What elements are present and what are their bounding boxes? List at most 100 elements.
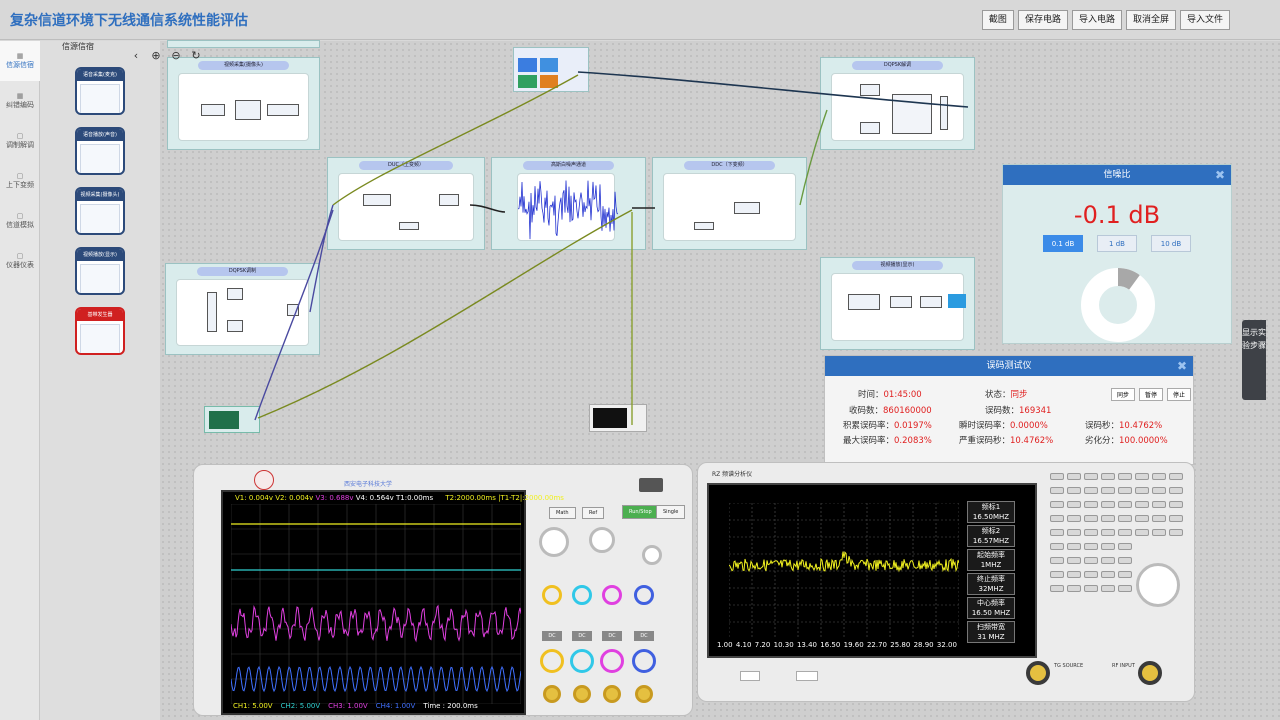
- sa-key[interactable]: [1135, 473, 1149, 480]
- tg-source-port[interactable]: [1026, 661, 1050, 685]
- sa-key[interactable]: [1118, 543, 1132, 550]
- sa-key[interactable]: [1152, 529, 1166, 536]
- sa-key[interactable]: [1101, 515, 1115, 522]
- sa-key[interactable]: [1118, 585, 1132, 592]
- sa-key[interactable]: [1118, 487, 1132, 494]
- sa-key[interactable]: [1067, 543, 1081, 550]
- sa-key[interactable]: [1067, 487, 1081, 494]
- sa-key[interactable]: [1084, 585, 1098, 592]
- sa-key[interactable]: [1050, 571, 1064, 578]
- sa-key[interactable]: [1067, 501, 1081, 508]
- sa-key[interactable]: [1101, 487, 1115, 494]
- sa-key[interactable]: [1084, 543, 1098, 550]
- sa-key[interactable]: [1152, 515, 1166, 522]
- ch3-scale-knob[interactable]: [600, 649, 624, 673]
- span-softkey[interactable]: 扫频带宽 31 MHZ: [967, 621, 1015, 643]
- sa-key[interactable]: [1135, 501, 1149, 508]
- collapse-icon[interactable]: ‹: [128, 48, 144, 64]
- sa-key[interactable]: [1050, 515, 1064, 522]
- sa-key[interactable]: [1050, 501, 1064, 508]
- sa-key[interactable]: [1084, 529, 1098, 536]
- zoom-out-icon[interactable]: ⊖: [168, 48, 184, 64]
- ch2-dc-button[interactable]: DC: [572, 631, 592, 641]
- ch1-input-port[interactable]: [543, 685, 561, 703]
- snr-gauge[interactable]: [1078, 265, 1158, 345]
- stop-button[interactable]: 停止: [1167, 388, 1191, 401]
- sa-key[interactable]: [1118, 557, 1132, 564]
- ch2-input-port[interactable]: [573, 685, 591, 703]
- position-knob[interactable]: [589, 527, 615, 553]
- snr-step-0-1db[interactable]: 0.1 dB: [1043, 235, 1083, 252]
- zoom-in-icon[interactable]: ⊕: [148, 48, 164, 64]
- sa-key[interactable]: [1067, 529, 1081, 536]
- sa-key[interactable]: [1050, 473, 1064, 480]
- start-freq-softkey[interactable]: 起始频率 1MHZ: [967, 549, 1015, 571]
- sa-key[interactable]: [1050, 557, 1064, 564]
- show-steps-tab[interactable]: 显示实验步骤: [1242, 320, 1266, 400]
- sa-key[interactable]: [1118, 501, 1132, 508]
- sa-key[interactable]: [1050, 585, 1064, 592]
- ch2-scale-knob[interactable]: [570, 649, 594, 673]
- math-button[interactable]: Math: [549, 507, 576, 519]
- ch2-knob[interactable]: [572, 585, 592, 605]
- close-icon[interactable]: ✖: [1215, 165, 1225, 185]
- sa-key[interactable]: [1101, 557, 1115, 564]
- close-icon[interactable]: ✖: [1177, 356, 1187, 376]
- sa-key[interactable]: [1084, 571, 1098, 578]
- rf-input-port[interactable]: [1138, 661, 1162, 685]
- sa-key[interactable]: [1169, 515, 1183, 522]
- sa-key[interactable]: [1135, 515, 1149, 522]
- ch4-input-port[interactable]: [635, 685, 653, 703]
- marker1-softkey[interactable]: 频标1 16.50MHZ: [967, 501, 1015, 523]
- trigger-knob[interactable]: [642, 545, 662, 565]
- sa-key[interactable]: [1101, 501, 1115, 508]
- sa-key[interactable]: [1135, 529, 1149, 536]
- ch3-dc-button[interactable]: DC: [602, 631, 622, 641]
- snr-step-1db[interactable]: 1 dB: [1097, 235, 1137, 252]
- sa-key[interactable]: [1101, 529, 1115, 536]
- single-button[interactable]: Single: [656, 505, 686, 519]
- ch1-knob[interactable]: [542, 585, 562, 605]
- sa-key[interactable]: [1067, 557, 1081, 564]
- center-freq-softkey[interactable]: 中心频率 16.50 MHZ: [967, 597, 1015, 619]
- sa-key[interactable]: [1101, 543, 1115, 550]
- sa-key[interactable]: [1067, 473, 1081, 480]
- sa-key[interactable]: [1169, 529, 1183, 536]
- sa-key[interactable]: [1084, 473, 1098, 480]
- sa-key[interactable]: [1084, 515, 1098, 522]
- sa-key[interactable]: [1169, 473, 1183, 480]
- sa-key[interactable]: [1169, 501, 1183, 508]
- sa-key[interactable]: [1050, 487, 1064, 494]
- sa-key[interactable]: [1118, 515, 1132, 522]
- sa-key[interactable]: [1050, 529, 1064, 536]
- sa-key[interactable]: [1152, 501, 1166, 508]
- ch4-dc-button[interactable]: DC: [634, 631, 654, 641]
- sa-key[interactable]: [1135, 487, 1149, 494]
- snr-step-10db[interactable]: 10 dB: [1151, 235, 1191, 252]
- ch4-scale-knob[interactable]: [632, 649, 656, 673]
- reset-icon[interactable]: ↻: [188, 48, 204, 64]
- marker2-softkey[interactable]: 频标2 16.57MHZ: [967, 525, 1015, 547]
- run-stop-button[interactable]: Run/Stop: [622, 505, 659, 519]
- ch1-scale-knob[interactable]: [540, 649, 564, 673]
- sa-key[interactable]: [1169, 487, 1183, 494]
- sa-key[interactable]: [1084, 557, 1098, 564]
- sa-key[interactable]: [1118, 571, 1132, 578]
- stop-freq-softkey[interactable]: 终止频率 32MHZ: [967, 573, 1015, 595]
- sa-key[interactable]: [1101, 585, 1115, 592]
- sa-key[interactable]: [1050, 543, 1064, 550]
- power-button[interactable]: [639, 478, 663, 492]
- sa-key[interactable]: [1084, 487, 1098, 494]
- sa-key[interactable]: [1152, 487, 1166, 494]
- sa-key[interactable]: [1084, 501, 1098, 508]
- sa-key[interactable]: [1067, 571, 1081, 578]
- sync-button[interactable]: 同步: [1111, 388, 1135, 401]
- sa-rotary-knob[interactable]: [1136, 563, 1180, 607]
- ch1-dc-button[interactable]: DC: [542, 631, 562, 641]
- ch3-input-port[interactable]: [603, 685, 621, 703]
- sa-key[interactable]: [1101, 571, 1115, 578]
- horizontal-knob[interactable]: [539, 527, 569, 557]
- ch3-knob[interactable]: [602, 585, 622, 605]
- sa-key[interactable]: [1101, 473, 1115, 480]
- sa-key[interactable]: [1152, 473, 1166, 480]
